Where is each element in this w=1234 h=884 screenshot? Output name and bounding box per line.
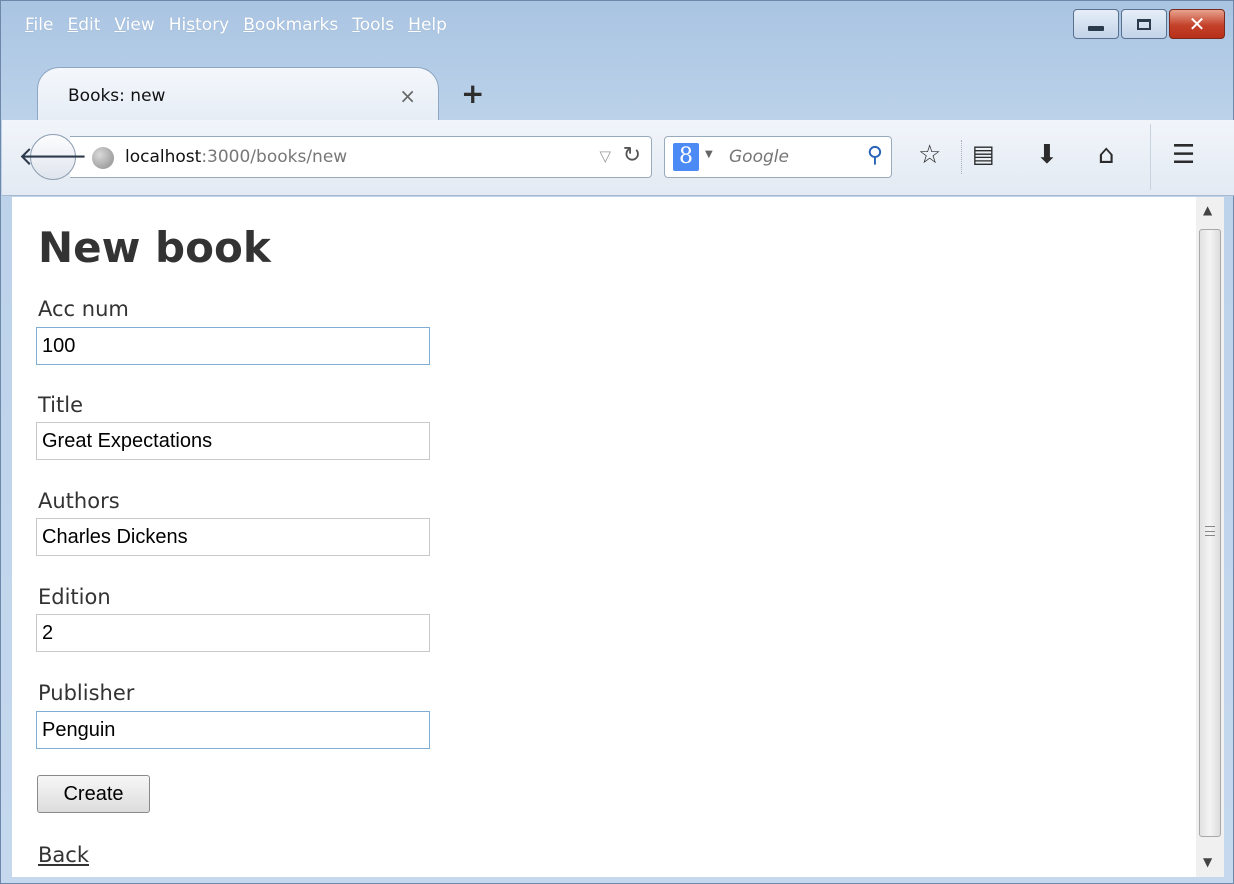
home-icon[interactable]: ⌂ xyxy=(1098,142,1115,168)
window-controls: ✕ xyxy=(1073,9,1225,39)
browser-window: File Edit View History Bookmarks Tools H… xyxy=(0,0,1234,884)
clipboard-icon[interactable]: ▤ xyxy=(972,142,995,166)
globe-icon xyxy=(92,147,114,169)
menu-bar: File Edit View History Bookmarks Tools H… xyxy=(25,15,461,41)
url-text[interactable]: localhost:3000/books/new xyxy=(125,147,347,167)
page-viewport: New book Acc num Title Authors Edition P… xyxy=(12,197,1196,877)
scroll-down-icon[interactable]: ▼ xyxy=(1203,855,1212,869)
scroll-up-icon[interactable]: ▲ xyxy=(1203,203,1212,217)
search-bar[interactable]: 8 ▼ ⚲ xyxy=(664,136,892,178)
grip-icon xyxy=(1205,526,1215,536)
publisher-input[interactable] xyxy=(36,711,430,749)
toolbar-separator xyxy=(961,140,962,174)
close-icon: ✕ xyxy=(1188,12,1206,36)
authors-input[interactable] xyxy=(36,518,430,556)
minimize-button[interactable] xyxy=(1073,9,1119,39)
menu-edit[interactable]: Edit xyxy=(67,15,100,41)
tab-books-new[interactable]: Books: new × xyxy=(37,67,439,121)
publisher-label: Publisher xyxy=(38,681,135,705)
star-icon[interactable]: ☆ xyxy=(918,142,941,168)
new-tab-button[interactable]: + xyxy=(461,77,484,110)
vertical-scrollbar[interactable]: ▲ ▼ xyxy=(1196,197,1224,877)
back-link[interactable]: Back xyxy=(38,843,89,867)
menu-bookmarks[interactable]: Bookmarks xyxy=(243,15,338,41)
maximize-icon xyxy=(1137,18,1151,30)
minimize-icon xyxy=(1088,25,1104,31)
engine-dropdown-icon[interactable]: ▼ xyxy=(705,149,713,160)
navigation-toolbar: localhost:3000/books/new ▽ ↻ 🡐 8 ▼ ⚲ ☆ ▤… xyxy=(2,120,1234,196)
create-button[interactable]: Create xyxy=(37,775,150,813)
edition-input[interactable] xyxy=(36,614,430,652)
acc-num-input[interactable] xyxy=(36,327,430,365)
triangle-down-icon[interactable]: ▽ xyxy=(599,147,611,165)
page-title: New book xyxy=(38,223,271,272)
url-bar[interactable]: localhost:3000/books/new ▽ ↻ xyxy=(70,136,652,178)
tab-close-icon[interactable]: × xyxy=(399,84,416,108)
tab-title: Books: new xyxy=(68,86,166,106)
title-input[interactable] xyxy=(36,422,430,460)
magnifier-icon[interactable]: ⚲ xyxy=(867,143,883,168)
menu-help[interactable]: Help xyxy=(408,15,447,41)
authors-label: Authors xyxy=(38,489,120,513)
download-arrow-icon[interactable]: ⬇ xyxy=(1036,142,1058,168)
close-window-button[interactable]: ✕ xyxy=(1169,9,1225,39)
arrow-left-icon: 🡐 xyxy=(18,142,88,172)
scrollbar-thumb[interactable] xyxy=(1199,229,1221,837)
menu-tools[interactable]: Tools xyxy=(352,15,394,41)
search-engine-icon[interactable]: 8 xyxy=(673,143,699,171)
menu-history[interactable]: History xyxy=(169,15,230,41)
menu-view[interactable]: View xyxy=(114,15,154,41)
menu-file[interactable]: File xyxy=(25,15,53,41)
hamburger-menu-icon[interactable]: ☰ xyxy=(1172,142,1195,168)
title-label: Title xyxy=(38,393,84,417)
acc-num-label: Acc num xyxy=(38,297,129,321)
maximize-button[interactable] xyxy=(1121,9,1167,39)
reload-icon[interactable]: ↻ xyxy=(623,143,641,168)
edition-label: Edition xyxy=(38,585,111,609)
search-input[interactable] xyxy=(729,147,849,167)
toolbar-divider xyxy=(1150,124,1151,190)
back-button[interactable]: 🡐 xyxy=(18,134,88,180)
